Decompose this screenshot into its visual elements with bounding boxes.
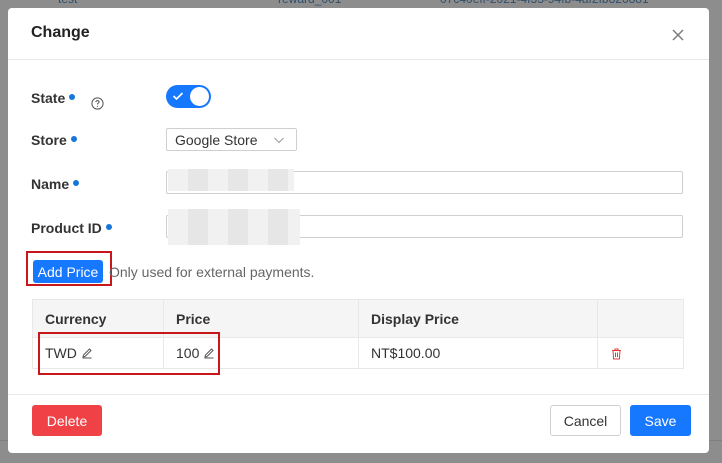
toggle-knob (190, 87, 209, 106)
question-circle-icon[interactable] (91, 97, 104, 110)
delete-button[interactable]: Delete (32, 405, 102, 436)
column-header-actions (598, 300, 683, 338)
store-label: Store (31, 132, 77, 148)
highlight-box (26, 251, 112, 286)
store-select-value: Google Store (175, 132, 258, 148)
redacted-product-id (168, 209, 300, 245)
state-label: State (31, 90, 76, 106)
store-label-text: Store (31, 132, 67, 148)
name-label-text: Name (31, 176, 70, 192)
modal-header: Change (8, 8, 709, 60)
modal-title: Change (31, 24, 90, 41)
add-price-hint: Only used for external payments. (109, 264, 315, 280)
highlight-box (38, 332, 220, 375)
background-cell: test (58, 0, 77, 6)
required-indicator (69, 94, 76, 101)
column-header-display-price: Display Price (359, 300, 598, 338)
change-modal: Change State Store Google Store Name Pro… (8, 8, 709, 453)
check-icon (172, 92, 184, 101)
state-toggle[interactable] (166, 85, 211, 108)
name-label: Name (31, 176, 80, 192)
modal-footer-divider (8, 394, 709, 395)
background-table-row: test reward_001 07c40eff-2021-4f33-94fb-… (0, 0, 722, 8)
background-cell: reward_001 (278, 0, 341, 6)
store-select[interactable]: Google Store (166, 128, 297, 151)
cell-display-price: NT$100.00 (359, 338, 598, 369)
close-icon[interactable] (668, 25, 688, 45)
product-id-label-text: Product ID (31, 220, 102, 236)
product-id-label: Product ID (31, 220, 112, 236)
required-indicator (105, 224, 112, 231)
trash-icon[interactable] (611, 348, 622, 360)
chevron-down-icon (274, 137, 284, 144)
required-indicator (70, 136, 77, 143)
redacted-name (168, 169, 294, 191)
cancel-button[interactable]: Cancel (550, 405, 621, 436)
state-label-text: State (31, 90, 66, 106)
required-indicator (73, 180, 80, 187)
save-button[interactable]: Save (630, 405, 691, 436)
background-cell: 07c40eff-2021-4f33-94fb-4af2fb826881 (440, 0, 649, 6)
